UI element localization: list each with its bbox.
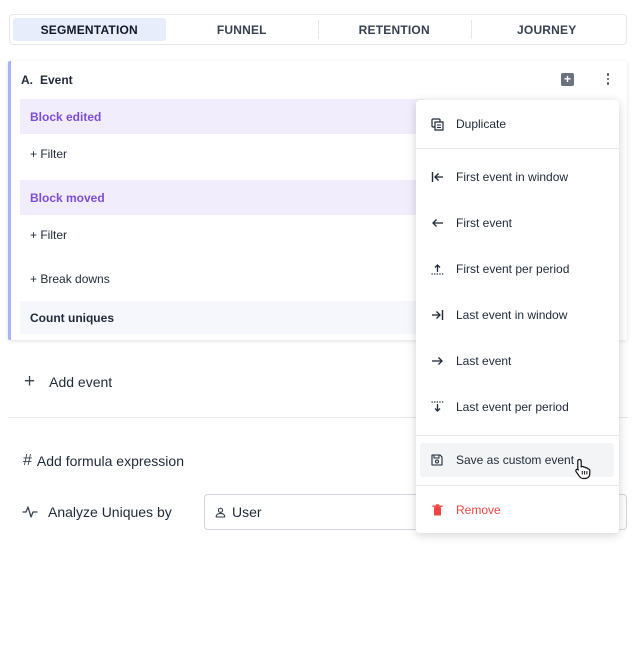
activity-icon [22,506,38,518]
menu-item-label: Last event per period [456,400,569,414]
arrow-down-dotted-line-icon [430,400,444,414]
tab-retention[interactable]: RETENTION [318,18,471,41]
menu-item-last-event-per-period[interactable]: Last event per period [416,390,619,424]
more-vertical-icon[interactable] [604,71,612,87]
analyze-by-value: User [232,504,262,520]
event-title: Event [40,73,73,87]
tab-journey[interactable]: JOURNEY [470,18,624,41]
menu-item-label: Last event [456,354,512,368]
add-formula-label: Add formula expression [36,453,184,469]
hand-pointer-cursor-icon [575,458,591,480]
add-square-icon[interactable]: + [561,73,574,86]
arrow-left-icon [430,216,444,230]
menu-item-first-event[interactable]: First event [416,206,619,240]
event-letter: A. [21,73,33,87]
arrow-up-dotted-line-icon [430,262,444,276]
arrow-right-icon [430,354,444,368]
save-icon [430,453,444,467]
menu-divider [416,148,619,149]
hash-icon: # [23,452,32,469]
menu-item-label: Last event in window [456,308,568,322]
analyze-label: Analyze Uniques by [48,504,172,520]
arrow-left-to-line-icon [430,170,444,184]
menu-item-label: First event in window [456,170,569,184]
menu-item-first-event-in-window[interactable]: First event in window [416,160,619,194]
tab-segmentation[interactable]: SEGMENTATION [13,18,166,41]
menu-item-label: First event [456,216,513,230]
add-filter-button[interactable]: + Filter [30,147,67,161]
tab-funnel[interactable]: FUNNEL [166,18,319,41]
analysis-type-tabs: SEGMENTATION FUNNEL RETENTION JOURNEY [9,14,627,45]
event-card-header: A. Event [21,73,73,87]
user-icon [215,507,226,518]
add-formula-button[interactable]: # Add formula expression [23,452,184,470]
count-uniques-selector[interactable]: Count uniques [20,301,425,334]
menu-item-label: Remove [456,503,501,517]
copy-icon [430,117,444,131]
analyze-uniques-row: Analyze Uniques by [22,504,172,520]
add-filter-button[interactable]: + Filter [30,228,67,242]
menu-item-first-event-per-period[interactable]: First event per period [416,252,619,286]
add-breakdowns-button[interactable]: + Break downs [30,272,110,286]
trash-icon [430,503,444,517]
menu-item-duplicate[interactable]: Duplicate [416,107,619,141]
add-event-button[interactable]: + Add event [24,371,113,392]
event-block-block-moved[interactable]: Block moved [20,180,425,215]
add-event-label: Add event [49,374,113,390]
menu-item-duplicate-label: Duplicate [456,117,507,131]
menu-item-last-event-in-window[interactable]: Last event in window [416,298,619,332]
menu-item-last-event[interactable]: Last event [416,344,619,378]
menu-divider [416,485,619,486]
arrow-right-to-line-icon [430,308,444,322]
menu-item-remove[interactable]: Remove [416,493,619,527]
menu-divider [416,435,619,436]
menu-item-label: First event per period [456,262,570,276]
event-block-block-edited[interactable]: Block edited [20,99,425,134]
menu-item-label: Save as custom event [456,453,575,467]
plus-icon: + [24,371,36,392]
